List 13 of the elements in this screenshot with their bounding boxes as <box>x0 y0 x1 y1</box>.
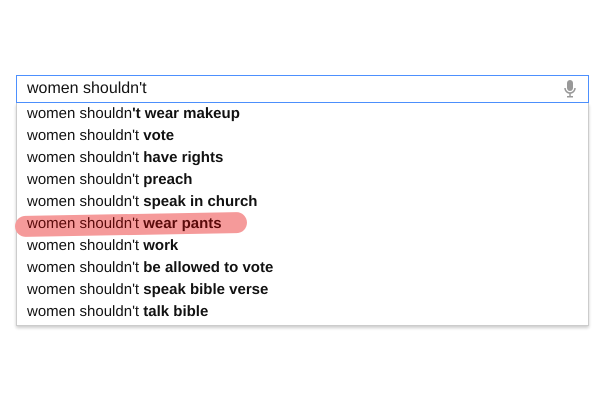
search-input[interactable]: women shouldn't <box>27 77 564 101</box>
suggestion-item[interactable]: women shouldn't wear makeup <box>27 102 240 126</box>
search-field[interactable]: women shouldn't <box>16 75 589 103</box>
suggestion-item[interactable]: women shouldn't vote <box>27 124 174 148</box>
suggestion-item[interactable]: women shouldn't have rights <box>27 146 224 170</box>
suggestion-item[interactable]: women shouldn't speak in church <box>27 190 258 214</box>
suggestion-item[interactable]: women shouldn't be allowed to vote <box>27 256 274 280</box>
suggestion-item[interactable]: women shouldn't work <box>27 234 178 258</box>
suggestion-item[interactable]: women shouldn't speak bible verse <box>27 278 268 302</box>
suggestion-item[interactable]: women shouldn't wear pants <box>27 212 222 236</box>
suggestion-item[interactable]: women shouldn't talk bible <box>27 300 208 324</box>
suggestion-item[interactable]: women shouldn't preach <box>27 168 192 192</box>
microphone-icon[interactable] <box>564 80 576 98</box>
